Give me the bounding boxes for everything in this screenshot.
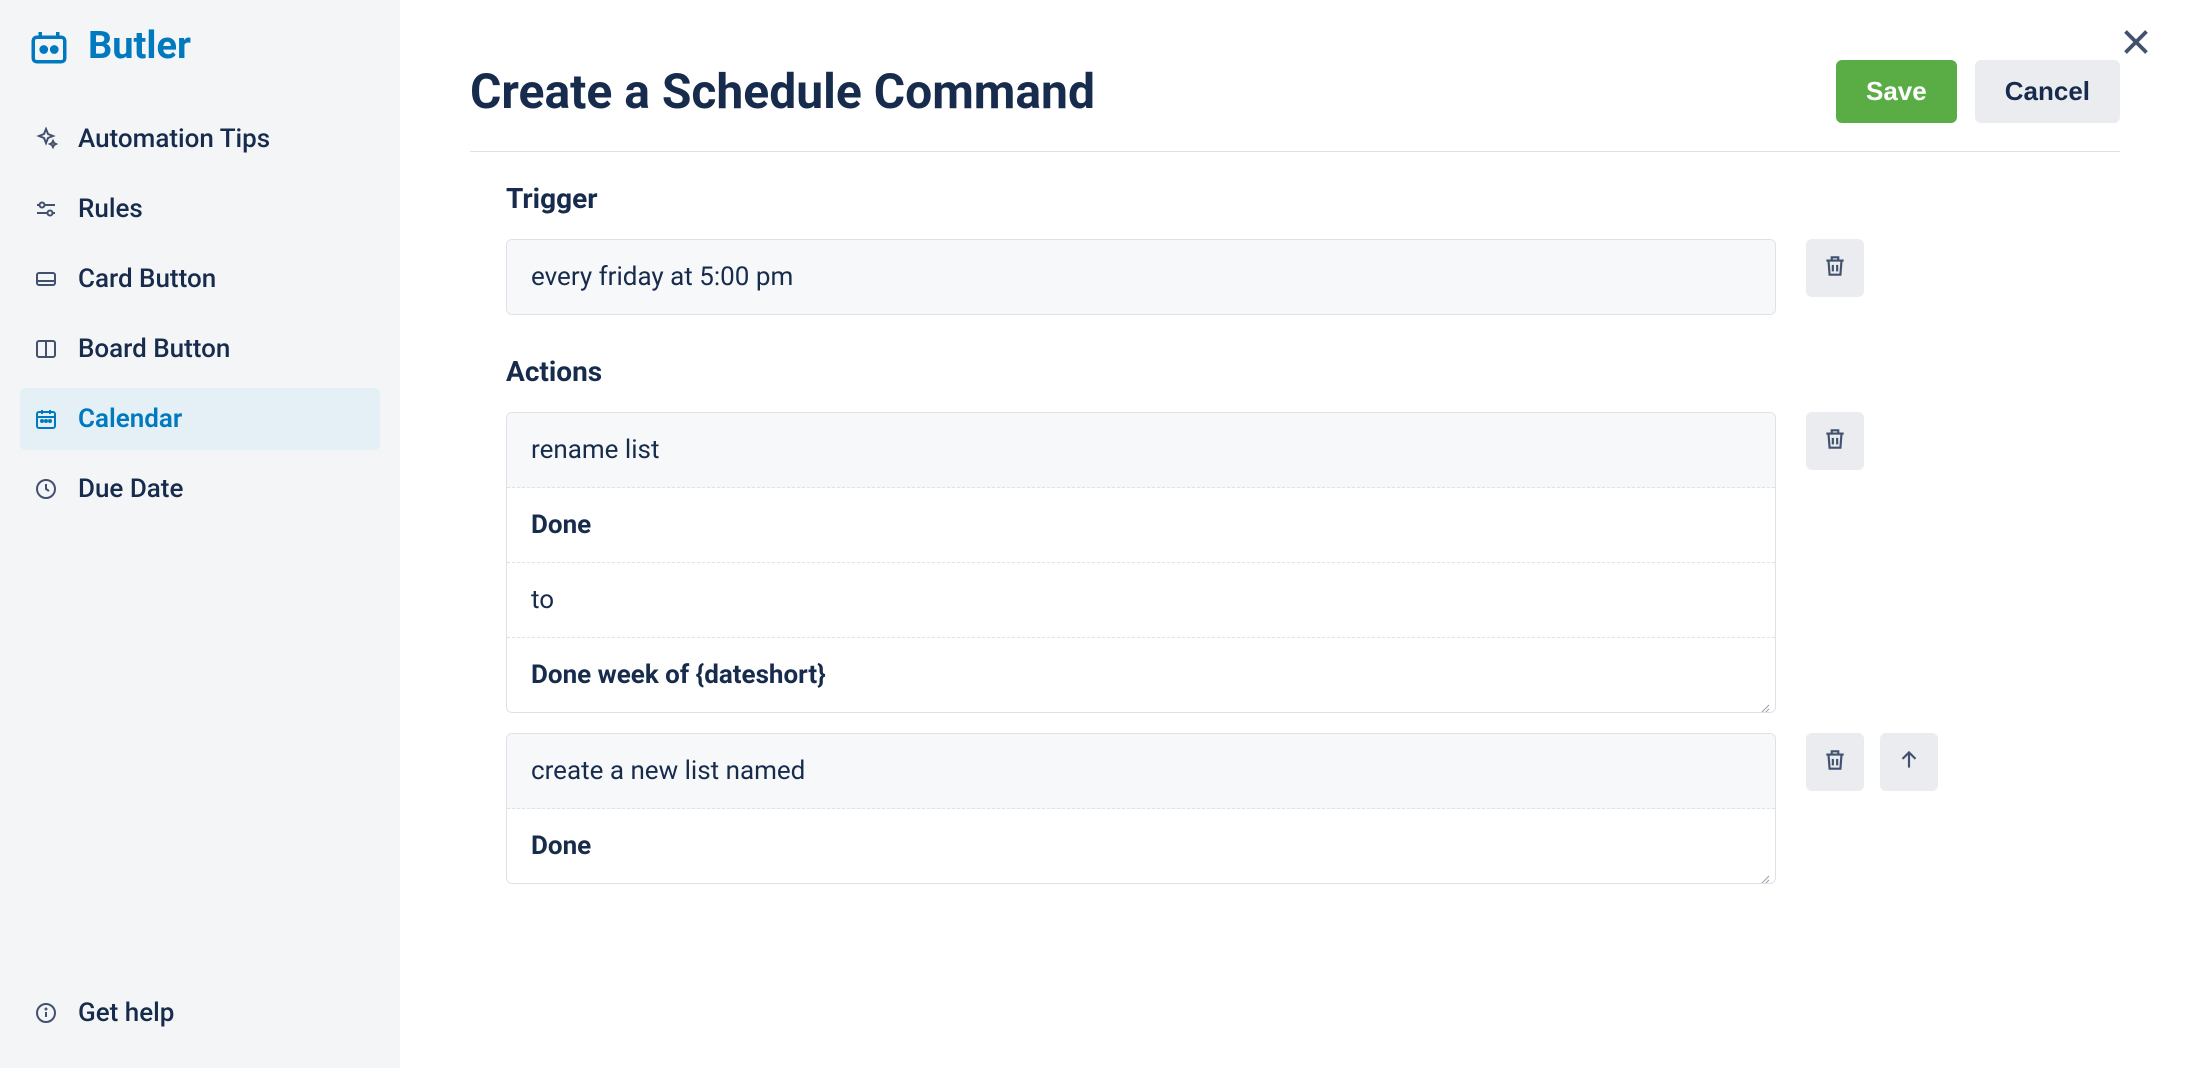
trash-icon <box>1822 426 1848 456</box>
resize-handle-icon[interactable] <box>1755 692 1771 708</box>
action-card[interactable]: rename list Done to Done week of {datesh… <box>506 412 1776 713</box>
info-icon <box>32 999 60 1027</box>
close-icon <box>2118 24 2154 64</box>
calendar-icon <box>32 405 60 433</box>
cancel-button[interactable]: Cancel <box>1975 60 2120 123</box>
trigger-section-title: Trigger <box>470 182 2120 215</box>
header-actions: Save Cancel <box>1836 60 2120 123</box>
sidebar-item-automation-tips[interactable]: Automation Tips <box>20 108 380 170</box>
sidebar-item-label: Due Date <box>78 474 183 504</box>
sidebar-header: Butler <box>20 24 380 68</box>
card-icon <box>32 265 60 293</box>
trigger-section: Trigger every friday at 5:00 pm <box>470 182 2120 315</box>
trash-icon <box>1822 747 1848 777</box>
page-title: Create a Schedule Command <box>470 63 1095 120</box>
app-title: Butler <box>88 24 191 68</box>
header-row: Create a Schedule Command Save Cancel <box>470 60 2120 152</box>
trigger-text: every friday at 5:00 pm <box>507 240 1775 314</box>
sidebar-item-due-date[interactable]: Due Date <box>20 458 380 520</box>
action-line[interactable]: Done <box>507 488 1775 563</box>
trash-icon <box>1822 253 1848 283</box>
action-header: rename list <box>507 413 1775 488</box>
sidebar-item-board-button[interactable]: Board Button <box>20 318 380 380</box>
move-up-action-button[interactable] <box>1880 733 1938 791</box>
action-controls <box>1806 412 1864 470</box>
delete-trigger-button[interactable] <box>1806 239 1864 297</box>
action-header: create a new list named <box>507 734 1775 809</box>
sidebar-item-get-help[interactable]: Get help <box>20 982 380 1044</box>
sidebar-item-calendar[interactable]: Calendar <box>20 388 380 450</box>
delete-action-button[interactable] <box>1806 412 1864 470</box>
sidebar-item-label: Calendar <box>78 404 182 434</box>
save-button[interactable]: Save <box>1836 60 1957 123</box>
action-line[interactable]: Done week of {dateshort} <box>507 638 1775 712</box>
action-line-text: Done <box>531 831 591 861</box>
sparkles-icon <box>32 125 60 153</box>
sidebar: Butler Automation Tips Rules Card Button <box>0 0 400 1068</box>
sidebar-item-rules[interactable]: Rules <box>20 178 380 240</box>
action-line-text: Done week of {dateshort} <box>531 660 826 690</box>
board-icon <box>32 335 60 363</box>
action-line: to <box>507 563 1775 638</box>
close-button[interactable] <box>2112 20 2160 68</box>
clock-icon <box>32 475 60 503</box>
butler-logo-icon <box>28 25 70 67</box>
sidebar-item-label: Card Button <box>78 264 216 294</box>
sidebar-nav: Automation Tips Rules Card Button Board … <box>20 108 380 982</box>
sidebar-item-card-button[interactable]: Card Button <box>20 248 380 310</box>
trigger-card[interactable]: every friday at 5:00 pm <box>506 239 1776 315</box>
sliders-icon <box>32 195 60 223</box>
action-card[interactable]: create a new list named Done <box>506 733 1776 884</box>
resize-handle-icon[interactable] <box>1755 863 1771 879</box>
delete-action-button[interactable] <box>1806 733 1864 791</box>
actions-section: Actions rename list Done to Done week of… <box>470 355 2120 884</box>
action-controls <box>1806 733 1938 791</box>
sidebar-footer: Get help <box>20 982 380 1044</box>
trigger-controls <box>1806 239 1864 297</box>
actions-section-title: Actions <box>470 355 2120 388</box>
sidebar-item-label: Board Button <box>78 334 230 364</box>
main-content: Create a Schedule Command Save Cancel Tr… <box>400 0 2200 1068</box>
sidebar-item-label: Automation Tips <box>78 124 270 154</box>
sidebar-item-label: Get help <box>78 998 174 1028</box>
sidebar-item-label: Rules <box>78 194 143 224</box>
action-line[interactable]: Done <box>507 809 1775 883</box>
arrow-up-icon <box>1896 747 1922 777</box>
